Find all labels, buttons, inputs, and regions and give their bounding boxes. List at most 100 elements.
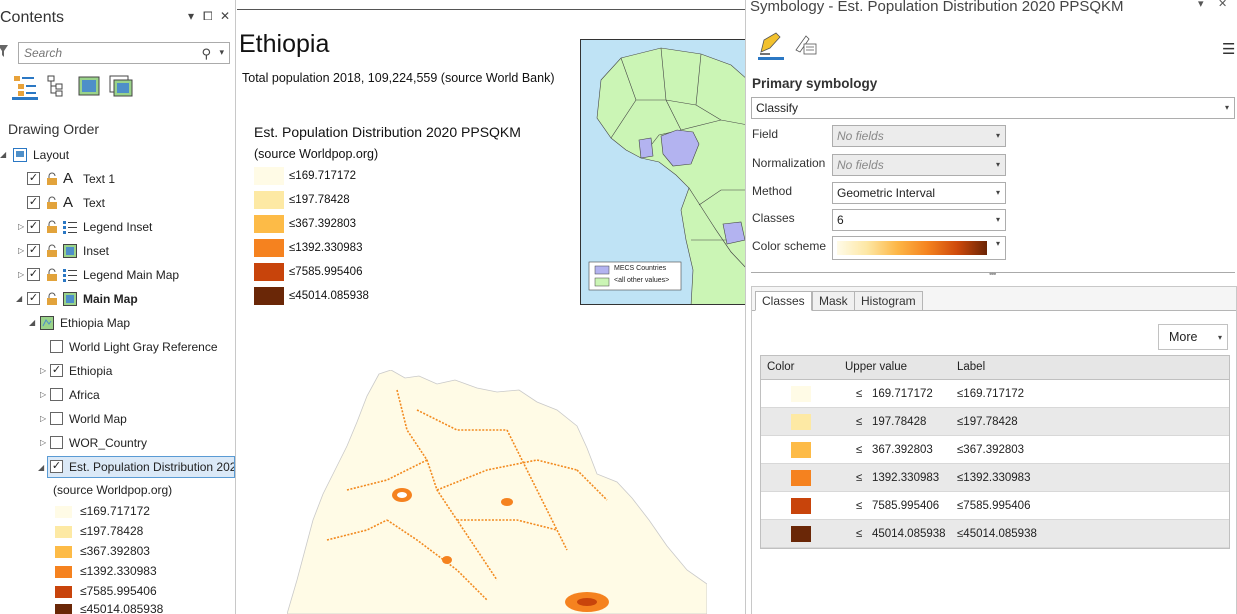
row-upper-value[interactable]: 45014.085938	[872, 520, 946, 548]
row-color-swatch[interactable]	[791, 470, 811, 486]
visibility-checkbox[interactable]: ✓	[50, 364, 63, 377]
lock-icon[interactable]	[45, 172, 59, 186]
splitter-grip-icon[interactable]: •••	[989, 269, 997, 279]
visibility-checkbox[interactable]: ✓	[27, 244, 40, 257]
legend-title[interactable]: Est. Population Distribution 2020 PPSQKM	[254, 124, 521, 140]
menu-hamburger-icon[interactable]: ☰	[1222, 40, 1235, 58]
vary-symbology-tab[interactable]	[792, 32, 818, 58]
row-color-swatch[interactable]	[791, 498, 811, 514]
tab-histogram[interactable]: Histogram	[854, 291, 923, 311]
search-box[interactable]: ⚲ ▾	[18, 42, 230, 64]
list-by-source-button[interactable]	[44, 74, 70, 100]
visibility-checkbox[interactable]	[50, 412, 63, 425]
search-dropdown-chevron-icon[interactable]: ▾	[219, 47, 224, 58]
layer-row-legend-main-map[interactable]: ▷ ✓ Legend Main Map	[0, 264, 235, 286]
map-subtitle[interactable]: Total population 2018, 109,224,559 (sour…	[242, 71, 554, 85]
visibility-checkbox[interactable]: ✓	[27, 196, 40, 209]
layer-row-main-map[interactable]: ◢ ✓ Main Map	[0, 288, 235, 310]
row-color-swatch[interactable]	[791, 386, 811, 402]
col-header-upper-value[interactable]: Upper value	[845, 356, 907, 379]
layer-row-text[interactable]: ✓ A Text	[0, 192, 235, 214]
list-by-selection-button[interactable]	[76, 74, 102, 100]
expand-arrow-icon[interactable]: ▷	[18, 264, 24, 286]
layer-row-est-population[interactable]: ✓ Est. Population Distribution 2020 PPSQ…	[47, 456, 235, 478]
table-row[interactable]: ≤ 197.78428 ≤197.78428	[761, 408, 1229, 436]
row-label[interactable]: ≤197.78428	[957, 408, 1018, 436]
expand-arrow-icon[interactable]: ▷	[40, 408, 46, 430]
col-header-color[interactable]: Color	[767, 356, 794, 379]
symbology-type-select[interactable]: Classify ▾	[751, 97, 1235, 119]
visibility-checkbox[interactable]: ✓	[27, 292, 40, 305]
pane-close-icon[interactable]: ✕	[220, 9, 230, 23]
row-upper-value[interactable]: 1392.330983	[872, 464, 939, 492]
visibility-checkbox[interactable]: ✓	[27, 220, 40, 233]
expand-arrow-icon[interactable]: ▷	[40, 360, 46, 382]
layer-row-africa[interactable]: ▷ Africa	[0, 384, 235, 406]
layout-view[interactable]: Ethiopia Total population 2018, 109,224,…	[237, 0, 747, 614]
visibility-checkbox[interactable]	[50, 436, 63, 449]
visibility-checkbox[interactable]: ✓	[50, 460, 63, 473]
pane-menu-chevron-icon[interactable]: ▾	[1198, 0, 1204, 10]
row-color-swatch[interactable]	[791, 526, 811, 542]
layer-row-ethiopia-map[interactable]: ◢ Ethiopia Map	[0, 312, 235, 334]
table-row[interactable]: ≤ 1392.330983 ≤1392.330983	[761, 464, 1229, 492]
row-label[interactable]: ≤45014.085938	[957, 520, 1037, 548]
pane-float-icon[interactable]: ⧠	[203, 9, 213, 24]
visibility-checkbox[interactable]: ✓	[27, 268, 40, 281]
layer-row-layout[interactable]: ◢ Layout	[0, 144, 235, 166]
collapse-arrow-icon[interactable]: ◢	[16, 288, 22, 310]
row-label[interactable]: ≤169.717172	[957, 380, 1024, 408]
row-label[interactable]: ≤367.392803	[957, 436, 1024, 464]
map-title[interactable]: Ethiopia	[239, 30, 329, 59]
table-row[interactable]: ≤ 169.717172 ≤169.717172	[761, 380, 1229, 408]
expand-arrow-icon[interactable]: ◢	[0, 144, 6, 166]
layer-row-world-light-gray[interactable]: World Light Gray Reference	[0, 336, 235, 358]
collapse-arrow-icon[interactable]: ◢	[29, 312, 35, 334]
filter-icon[interactable]	[0, 44, 8, 58]
layer-row-legend-inset[interactable]: ▷ ✓ Legend Inset	[0, 216, 235, 238]
expand-arrow-icon[interactable]: ▷	[18, 216, 24, 238]
table-row[interactable]: ≤ 45014.085938 ≤45014.085938	[761, 520, 1229, 548]
col-header-label[interactable]: Label	[957, 356, 985, 379]
normalization-select[interactable]: No fields ▾	[832, 154, 1006, 176]
tab-classes[interactable]: Classes	[755, 291, 812, 311]
row-color-swatch[interactable]	[791, 414, 811, 430]
table-row[interactable]: ≤ 367.392803 ≤367.392803	[761, 436, 1229, 464]
layer-row-text-1[interactable]: ✓ A Text 1	[0, 168, 235, 190]
more-button[interactable]: More ▾	[1158, 324, 1228, 350]
row-label[interactable]: ≤7585.995406	[957, 492, 1030, 520]
primary-symbology-tab[interactable]	[758, 30, 784, 60]
color-scheme-select[interactable]: ▾	[832, 236, 1006, 260]
list-by-drawing-order-button[interactable]	[12, 74, 38, 100]
tab-mask[interactable]: Mask	[812, 291, 855, 311]
row-color-swatch[interactable]	[791, 442, 811, 458]
search-input[interactable]	[19, 43, 199, 63]
collapse-arrow-icon[interactable]: ◢	[38, 463, 44, 472]
lock-icon[interactable]	[45, 292, 59, 306]
layer-row-ethiopia[interactable]: ▷ ✓ Ethiopia	[0, 360, 235, 382]
lock-icon[interactable]	[45, 220, 59, 234]
lock-icon[interactable]	[45, 196, 59, 210]
layer-row-world-map[interactable]: ▷ World Map	[0, 408, 235, 430]
field-select[interactable]: No fields ▾	[832, 125, 1006, 147]
visibility-checkbox[interactable]: ✓	[27, 172, 40, 185]
list-by-snapping-button[interactable]	[108, 74, 134, 100]
row-label[interactable]: ≤1392.330983	[957, 464, 1030, 492]
visibility-checkbox[interactable]	[50, 388, 63, 401]
layer-row-wor-country[interactable]: ▷ WOR_Country	[0, 432, 235, 454]
pane-close-icon[interactable]: ✕	[1218, 0, 1227, 10]
inset-map[interactable]: MECS Countries <all other values>	[580, 39, 747, 305]
row-upper-value[interactable]: 367.392803	[872, 436, 933, 464]
search-icon[interactable]: ⚲	[201, 46, 211, 62]
visibility-checkbox[interactable]	[50, 340, 63, 353]
row-upper-value[interactable]: 197.78428	[872, 408, 926, 436]
expand-arrow-icon[interactable]: ▷	[40, 384, 46, 406]
layer-row-inset[interactable]: ▷ ✓ Inset	[0, 240, 235, 262]
pane-menu-chevron-icon[interactable]: ▾	[188, 9, 194, 23]
row-upper-value[interactable]: 169.717172	[872, 380, 933, 408]
lock-icon[interactable]	[45, 268, 59, 282]
expand-arrow-icon[interactable]: ▷	[40, 432, 46, 454]
lock-icon[interactable]	[45, 244, 59, 258]
expand-arrow-icon[interactable]: ▷	[18, 240, 24, 262]
classes-select[interactable]: 6 ▾	[832, 209, 1006, 231]
